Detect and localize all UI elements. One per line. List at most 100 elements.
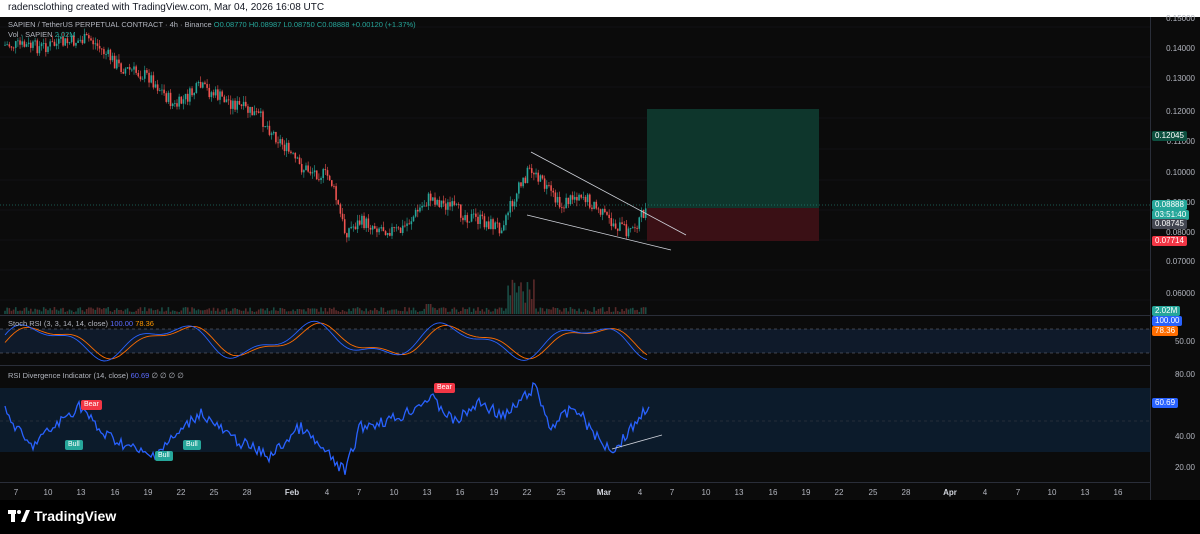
volume-bar xyxy=(612,311,615,314)
candle-body xyxy=(606,212,608,215)
candle-body xyxy=(182,99,185,104)
candle-body xyxy=(311,172,314,174)
candle-body xyxy=(238,100,241,105)
volume-bar xyxy=(447,311,449,314)
pane-divider[interactable] xyxy=(0,365,1150,366)
candle-body xyxy=(595,201,598,209)
candle-body xyxy=(51,41,54,43)
volume-bar xyxy=(189,311,191,314)
volume-bar xyxy=(423,308,426,314)
volume-bar xyxy=(451,308,453,314)
volume-bar xyxy=(98,307,101,314)
candle-body xyxy=(161,89,163,91)
volume-bar xyxy=(401,311,404,314)
candle-body xyxy=(604,208,606,213)
volume-bar xyxy=(120,309,122,314)
candle-body xyxy=(408,223,410,225)
candle-body xyxy=(171,103,174,107)
candle-body xyxy=(468,221,471,223)
candle-body xyxy=(277,142,279,144)
volume-bar xyxy=(32,311,34,314)
volume-bar xyxy=(62,307,64,314)
candle-body xyxy=(393,227,395,228)
volume-bar xyxy=(191,307,193,314)
candle-body xyxy=(462,217,464,221)
time-axis-label: 10 xyxy=(389,488,399,497)
volume-bar xyxy=(331,308,333,314)
candle-body xyxy=(92,40,94,45)
volume-bar xyxy=(131,311,133,314)
stop-zone[interactable] xyxy=(647,208,819,241)
chart-canvas[interactable] xyxy=(0,17,1150,500)
volume-bar xyxy=(300,309,303,314)
candle-body xyxy=(94,43,97,45)
pane-divider[interactable] xyxy=(0,315,1150,316)
volume-bar xyxy=(279,307,281,314)
volume-bar xyxy=(38,309,41,314)
candle-body xyxy=(339,204,342,214)
candle-body xyxy=(576,196,578,201)
volume-legend[interactable]: Vol · SAPIEN 2.02M xyxy=(8,30,76,39)
candle-body xyxy=(533,173,535,175)
current-price-tag: 0.08888 xyxy=(1152,200,1187,210)
candle-body xyxy=(32,41,34,48)
candle-body xyxy=(447,202,449,210)
candle-body xyxy=(210,92,213,98)
candle-body xyxy=(490,219,492,229)
candle-body xyxy=(589,194,591,208)
price-scale[interactable]: 0.15000 0.14000 0.13000 0.12000 0.11000 … xyxy=(1150,14,1200,500)
candle-body xyxy=(8,44,11,47)
candle-body xyxy=(610,218,613,227)
volume-bar xyxy=(363,311,365,314)
volume-bar xyxy=(318,311,320,314)
candle-body xyxy=(384,231,387,236)
candle-body xyxy=(539,175,542,182)
candle-body xyxy=(34,40,36,42)
candle-body xyxy=(593,201,595,210)
symbol-legend[interactable]: SAPIEN / TetherUS PERPETUAL CONTRACT · 4… xyxy=(8,20,416,29)
volume-bar xyxy=(193,308,195,314)
tradingview-logo[interactable]: TradingView xyxy=(8,508,116,524)
volume-bar xyxy=(294,311,297,314)
stoch-rsi-legend[interactable]: Stoch RSI (3, 3, 14, 14, close) 100.00 7… xyxy=(8,319,154,328)
bull-signal-label: Bull xyxy=(65,440,83,450)
rsi-div-legend[interactable]: RSI Divergence Indicator (14, close) 60.… xyxy=(8,371,184,380)
volume-bar xyxy=(526,282,529,314)
candle-body xyxy=(232,100,234,109)
volume-bar xyxy=(427,304,430,314)
volume-bar xyxy=(232,308,234,314)
volume-bar xyxy=(70,310,73,314)
candle-body xyxy=(406,223,408,226)
candle-body xyxy=(143,70,146,79)
rsi-tick-label: 20.00 xyxy=(1174,463,1195,472)
volume-bar xyxy=(227,311,230,314)
volume-bar xyxy=(481,309,484,314)
volume-bar xyxy=(634,310,636,314)
volume-bar xyxy=(126,308,129,314)
candle-body xyxy=(612,223,615,227)
volume-bar xyxy=(386,310,389,314)
volume-bar xyxy=(154,310,157,314)
volume-bar xyxy=(4,310,6,314)
candle-body xyxy=(199,81,202,88)
volume-bar xyxy=(176,311,178,314)
target-zone[interactable] xyxy=(647,109,819,208)
volume-bar xyxy=(380,307,383,314)
volume-bar xyxy=(100,309,103,314)
time-axis-label: 16 xyxy=(455,488,465,497)
volume-bar xyxy=(68,309,71,314)
symbol-name[interactable]: SAPIEN / TetherUS PERPETUAL CONTRACT · 4… xyxy=(8,20,212,29)
candle-body xyxy=(434,197,436,205)
candle-body xyxy=(573,196,576,200)
volume-bar xyxy=(346,311,348,314)
volume-bar xyxy=(339,311,342,314)
volume-bar xyxy=(240,310,243,314)
entry-price-tag: 0.08745 xyxy=(1152,219,1187,229)
chart-area[interactable]: SAPIEN / TetherUS PERPETUAL CONTRACT · 4… xyxy=(0,14,1200,500)
footer-bar: TradingView xyxy=(0,500,1200,534)
candle-body xyxy=(556,196,559,203)
volume-bar xyxy=(313,308,316,314)
bear-signal-label: Bear xyxy=(434,383,455,393)
time-axis-label: 7 xyxy=(1015,488,1021,497)
volume-bar xyxy=(520,282,522,314)
